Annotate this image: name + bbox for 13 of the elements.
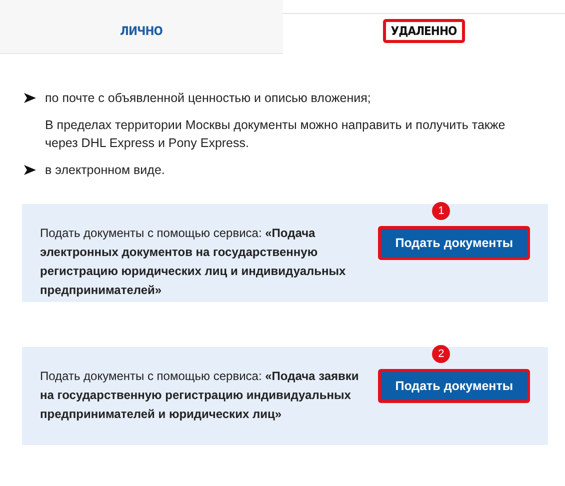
bullet-arrow-icon: [24, 93, 36, 103]
tab[interactable]: УДАЛЕННО: [282, 13, 565, 54]
bullet-arrow-icon: [24, 165, 36, 175]
note-text: В пределах территории Москвы документы можно направить и получить также через DHL Express и Pony Express.: [45, 117, 506, 152]
service-description: Подать документы с помощью сервиса: «Подача заявки на государственную регистрацию индивидуальных предпринимателей и юридических лиц»: [40, 368, 360, 423]
service-description: Подать документы с помощью сервиса: «Подача электронных документов на государственную регистрацию юридических лиц и индивидуальных предпринимателей»: [40, 225, 347, 299]
number-badge: 1: [432, 202, 450, 220]
list-item-text: по почте с объявленной ценностью и описью вложения;: [45, 90, 371, 107]
submit-button[interactable]: Подать документы: [378, 226, 530, 260]
tab[interactable]: ЛИЧНО: [0, 0, 282, 54]
list-item-text: в электронном виде.: [45, 162, 165, 179]
submit-button[interactable]: Подать документы: [378, 369, 530, 403]
number-badge: 2: [432, 345, 450, 363]
